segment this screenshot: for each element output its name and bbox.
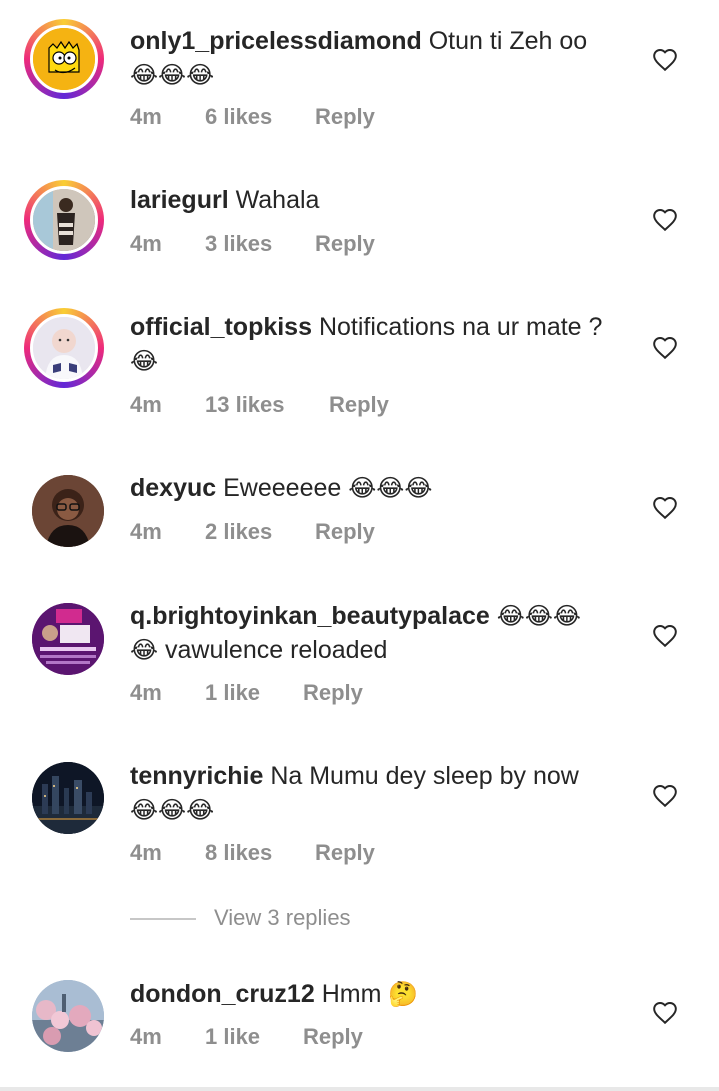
comment-username[interactable]: only1_pricelessdiamond [130, 27, 422, 55]
avatar-story-ring[interactable] [24, 19, 104, 99]
comment-content: only1_pricelessdiamond Otun ti Zeh oo 😂😂… [130, 24, 630, 92]
comment-content: lariegurl Wahala [130, 183, 630, 217]
heart-outline-icon[interactable] [652, 47, 678, 73]
reply-button[interactable]: Reply [303, 1024, 363, 1050]
comment-likes-count[interactable]: 6 likes [205, 104, 272, 130]
baby-photo-icon [33, 317, 95, 379]
view-replies-label: View 3 replies [214, 905, 351, 930]
avatar [32, 603, 104, 675]
comment-content: official_topkiss Notifications na ur mat… [130, 310, 630, 378]
comment-content: dexyuc Eweeeeee 😂😂😂 [130, 471, 630, 505]
comment-likes-count[interactable]: 2 likes [205, 519, 272, 545]
person-photo-icon [33, 189, 95, 251]
beauty-flyer-icon [32, 603, 104, 675]
comment-likes-count[interactable]: 1 like [205, 1024, 260, 1050]
comment-text: Hmm [321, 980, 382, 1008]
bottom-divider [0, 1087, 719, 1091]
laughing-emoji-icon: 😂😂😂 [348, 474, 433, 502]
heart-outline-icon[interactable] [652, 495, 678, 521]
comment-text: Notifications na ur mate ? [318, 313, 603, 341]
replies-divider [130, 918, 196, 920]
avatar [32, 980, 104, 1052]
comment-text: Na Mumu dey sleep by now [270, 762, 579, 790]
avatar [30, 186, 98, 254]
avatar [32, 762, 104, 834]
comment-likes-count[interactable]: 1 like [205, 680, 260, 706]
reply-button[interactable]: Reply [303, 680, 363, 706]
comment-time: 4m [130, 519, 162, 544]
comment-likes-count[interactable]: 13 likes [205, 392, 285, 418]
reply-button[interactable]: Reply [315, 231, 375, 257]
woman-photo-icon [32, 475, 104, 547]
comment-text: Wahala [235, 186, 320, 214]
comment-likes-count[interactable]: 3 likes [205, 231, 272, 257]
avatar-story-ring[interactable] [24, 180, 104, 260]
comment-text: Otun ti Zeh oo [428, 27, 588, 55]
comment-time: 4m [130, 1024, 162, 1049]
avatar [30, 25, 98, 93]
comment-time: 4m [130, 840, 162, 865]
laughing-emoji-icon: 😂 [130, 347, 159, 375]
avatar-container[interactable] [32, 980, 104, 1052]
avatar [30, 314, 98, 382]
comment-username[interactable]: q.brightoyinkan_beautypalace [130, 602, 490, 630]
comment-text: vawulence reloaded [165, 636, 388, 664]
reply-button[interactable]: Reply [329, 392, 389, 418]
reply-button[interactable]: Reply [315, 104, 375, 130]
reply-button[interactable]: Reply [315, 840, 375, 866]
heart-outline-icon[interactable] [652, 1000, 678, 1026]
comment-likes-count[interactable]: 8 likes [205, 840, 272, 866]
comment-time: 4m [130, 392, 162, 417]
comment-username[interactable]: dondon_cruz12 [130, 980, 315, 1008]
laughing-emoji-icon: 😂😂😂 [130, 796, 215, 824]
comment-text: Eweeeeee [223, 474, 342, 502]
comment-username[interactable]: lariegurl [130, 186, 229, 214]
heart-outline-icon[interactable] [652, 623, 678, 649]
heart-outline-icon[interactable] [652, 335, 678, 361]
heart-outline-icon[interactable] [652, 783, 678, 809]
thinking-emoji-icon: 🤔 [388, 980, 419, 1008]
comment-content: q.brightoyinkan_beautypalace 😂😂😂 😂 vawul… [130, 599, 630, 667]
laughing-emoji-icon: 😂😂😂 [496, 602, 581, 630]
city-night-icon [32, 762, 104, 834]
avatar-container[interactable] [32, 762, 104, 834]
avatar-container[interactable] [32, 603, 104, 675]
comment-time: 4m [130, 231, 162, 256]
avatar-story-ring[interactable] [24, 308, 104, 388]
laughing-emoji-icon: 😂😂😂 [130, 61, 215, 89]
comment-content: tennyrichie Na Mumu dey sleep by now 😂😂😂 [130, 759, 630, 827]
comment-username[interactable]: tennyrichie [130, 762, 263, 790]
blossom-photo-icon [32, 980, 104, 1052]
avatar-container[interactable] [32, 475, 104, 547]
comment-username[interactable]: official_topkiss [130, 313, 312, 341]
comment-time: 4m [130, 680, 162, 705]
comment-username[interactable]: dexyuc [130, 474, 216, 502]
comment-time: 4m [130, 104, 162, 129]
reply-button[interactable]: Reply [315, 519, 375, 545]
laughing-emoji-icon: 😂 [130, 636, 159, 664]
comment-content: dondon_cruz12 Hmm 🤔 [130, 977, 630, 1011]
heart-outline-icon[interactable] [652, 207, 678, 233]
cartoon-face-icon [33, 28, 95, 90]
avatar [32, 475, 104, 547]
